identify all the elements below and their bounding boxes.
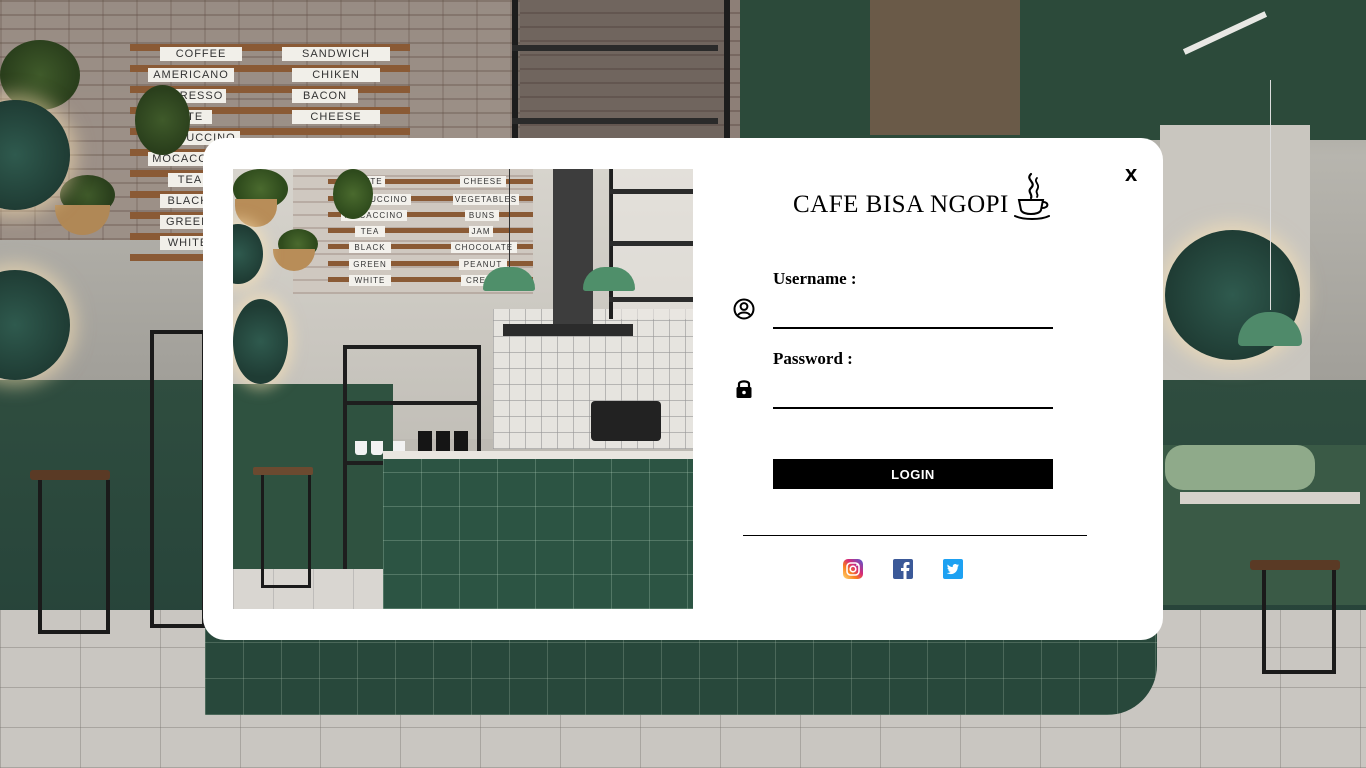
image-menu-label: GREEN <box>349 259 391 270</box>
image-range-hood <box>553 169 593 329</box>
bg-menu-label: BACON <box>292 89 358 103</box>
image-menu-label: BUNS <box>465 210 499 221</box>
bg-lamp-cord <box>1270 80 1271 310</box>
bg-cabinet <box>870 0 1020 135</box>
facebook-icon[interactable] <box>893 559 913 579</box>
bg-shelf <box>512 45 718 51</box>
image-menu-label: CHEESE <box>460 176 506 187</box>
image-cup <box>371 441 383 455</box>
bg-shelf <box>512 118 718 124</box>
instagram-icon[interactable] <box>843 559 863 579</box>
bg-menu-label: AMERICANO <box>148 68 234 82</box>
image-plant <box>333 169 373 219</box>
image-rack-shelf <box>343 401 481 405</box>
bg-stool <box>1262 570 1336 674</box>
image-jar <box>436 431 450 453</box>
image-range-hood-base <box>503 324 633 336</box>
bg-menu-label: COFFEE <box>160 47 242 61</box>
image-menu-label: JAM <box>469 226 493 237</box>
image-shelf <box>609 189 693 194</box>
user-circle-icon <box>733 298 755 320</box>
image-stool <box>261 475 311 588</box>
image-lamp-cord <box>509 169 510 267</box>
cafe-interior-image: LATTE CAPPUCCINO MOCACCINO TEA BLACK GRE… <box>233 169 693 609</box>
image-jar <box>454 431 468 453</box>
image-jar <box>418 431 432 453</box>
bg-menu-label: CHIKEN <box>292 68 380 82</box>
image-menu-label: WHITE <box>349 275 391 286</box>
image-coffee-machine <box>591 401 661 441</box>
password-input[interactable] <box>773 383 1053 409</box>
bg-plant <box>135 85 190 155</box>
image-lamp-cord <box>609 169 610 267</box>
username-label: Username : <box>773 269 857 288</box>
image-menu-label: BLACK <box>349 242 391 253</box>
image-counter <box>383 459 693 609</box>
divider <box>743 535 1087 536</box>
image-cup <box>355 441 367 455</box>
brand-title: CAFE BISA NGOPI <box>793 191 1009 218</box>
login-dialog: LATTE CAPPUCCINO MOCACCINO TEA BLACK GRE… <box>203 138 1163 640</box>
twitter-icon[interactable] <box>943 559 963 579</box>
image-rack-shelf <box>343 345 481 349</box>
image-menu-label: TEA <box>355 226 385 237</box>
close-button[interactable]: x <box>1125 162 1137 186</box>
login-button[interactable]: LOGIN <box>773 459 1053 489</box>
username-input[interactable] <box>773 303 1053 329</box>
password-label: Password : <box>773 349 853 368</box>
bg-bench-cushion <box>1165 445 1315 490</box>
lock-icon <box>736 380 752 398</box>
image-menu-label: CHOCOLATE <box>451 242 517 253</box>
bg-menu-label: SANDWICH <box>282 47 390 61</box>
bg-menu-label: CHEESE <box>292 110 380 124</box>
bg-stool-seat <box>30 470 110 480</box>
image-round-mirror <box>233 299 288 384</box>
coffee-cup-icon <box>1014 172 1050 220</box>
bg-green-wall <box>740 0 1366 140</box>
bg-table <box>1180 492 1360 504</box>
image-stool-seat <box>253 467 313 475</box>
bg-stool <box>38 480 110 634</box>
bg-rack <box>150 330 206 628</box>
bg-stool-seat <box>1250 560 1340 570</box>
image-shelf <box>609 297 693 302</box>
image-shelf <box>609 241 693 246</box>
